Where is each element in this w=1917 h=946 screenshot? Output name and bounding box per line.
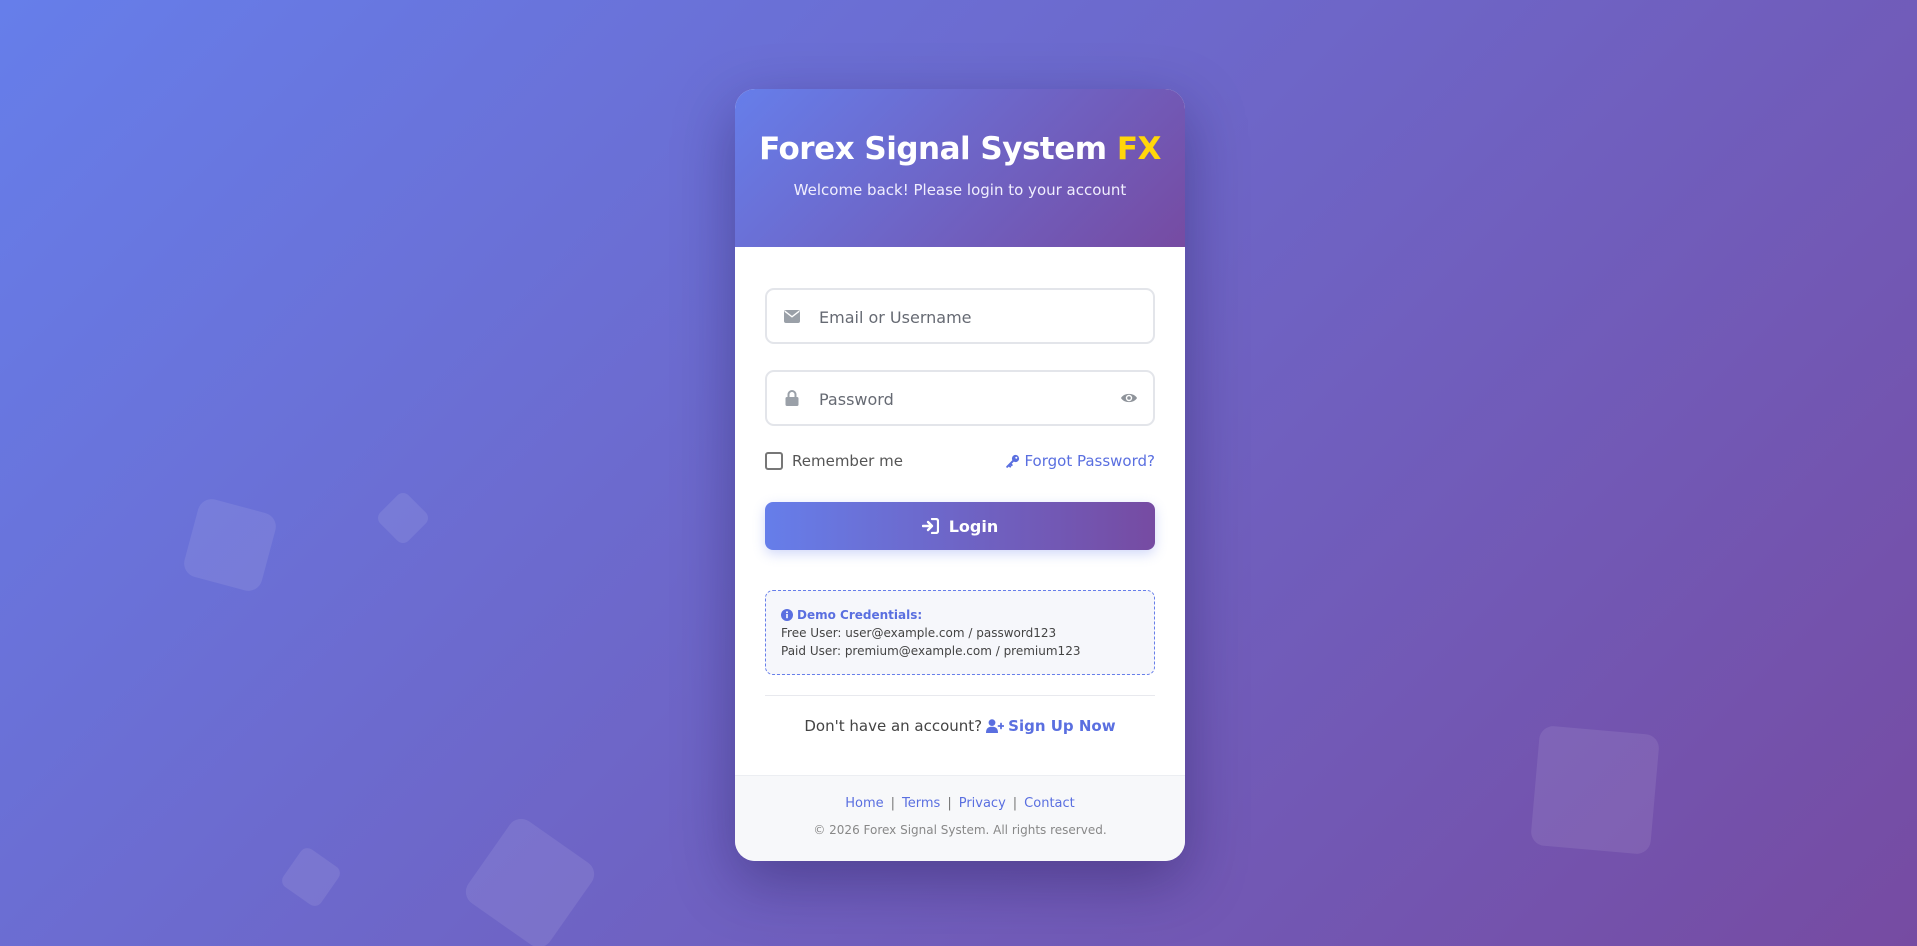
page-background: Forex Signal System FX Welcome back! Ple…	[0, 0, 1917, 946]
lock-icon	[781, 387, 803, 409]
title-main: Forex Signal System	[759, 131, 1107, 167]
title-accent: FX	[1116, 131, 1162, 167]
forgot-password-label: Forgot Password?	[1024, 452, 1155, 470]
signup-row: Don't have an account? Sign Up Now	[765, 717, 1155, 735]
footer-separator: |	[1012, 796, 1018, 811]
form-options: Remember me Forgot Password?	[765, 452, 1155, 474]
footer-link-contact[interactable]: Contact	[1024, 796, 1075, 811]
login-button-label: Login	[948, 516, 999, 536]
footer-link-home[interactable]: Home	[845, 796, 883, 811]
password-input[interactable]	[817, 372, 1121, 426]
password-field	[765, 370, 1155, 426]
welcome-subtitle: Welcome back! Please login to your accou…	[793, 181, 1127, 199]
eye-icon[interactable]	[1117, 386, 1141, 410]
email-input[interactable]	[817, 290, 1121, 344]
footer-separator: |	[947, 796, 952, 811]
footer-links: Home | Terms | Privacy | Contact	[735, 796, 1185, 811]
demo-credentials-box: Demo Credentials: Free User: user@exampl…	[765, 590, 1155, 675]
demo-line-free: Free User: user@example.com / password12…	[781, 626, 1057, 640]
login-button[interactable]: Login	[765, 502, 1155, 550]
signup-link-label: Sign Up Now	[1008, 717, 1116, 735]
forgot-password-link[interactable]: Forgot Password?	[1006, 452, 1155, 470]
decorative-shape	[181, 496, 279, 594]
demo-title-row: Demo Credentials:	[781, 606, 1139, 624]
remember-label: Remember me	[792, 452, 903, 470]
sign-in-icon	[921, 518, 939, 534]
info-icon	[781, 609, 793, 621]
login-form: Remember me Forgot Password? Login	[735, 247, 1185, 735]
footer-separator: |	[890, 796, 896, 811]
footer-link-privacy[interactable]: Privacy	[959, 796, 1006, 811]
page-title: Forex Signal System FX	[735, 131, 1185, 167]
divider	[765, 695, 1155, 696]
signup-link[interactable]: Sign Up Now	[986, 717, 1116, 735]
demo-title: Demo Credentials:	[797, 608, 923, 622]
decorative-shape	[460, 813, 600, 946]
user-plus-icon	[986, 719, 1005, 733]
copyright: © 2026 Forex Signal System. All rights r…	[813, 823, 1107, 837]
signup-prompt: Don't have an account?	[804, 717, 983, 735]
card-footer: Home | Terms | Privacy | Contact © 2026 Forex …	[735, 775, 1185, 861]
decorative-shape	[278, 844, 344, 910]
decorative-shape	[1529, 724, 1661, 856]
decorative-shape	[374, 489, 432, 547]
demo-line-paid: Paid User: premium@example.com / premium…	[781, 644, 1081, 658]
remember-checkbox[interactable]	[765, 452, 783, 470]
envelope-icon	[781, 305, 803, 327]
footer-link-terms[interactable]: Terms	[902, 796, 940, 811]
email-field	[765, 288, 1155, 344]
card-header: Forex Signal System FX Welcome back! Ple…	[735, 89, 1185, 247]
key-icon	[1006, 454, 1020, 468]
remember-me[interactable]: Remember me	[765, 452, 903, 470]
login-card: Forex Signal System FX Welcome back! Ple…	[735, 89, 1185, 861]
